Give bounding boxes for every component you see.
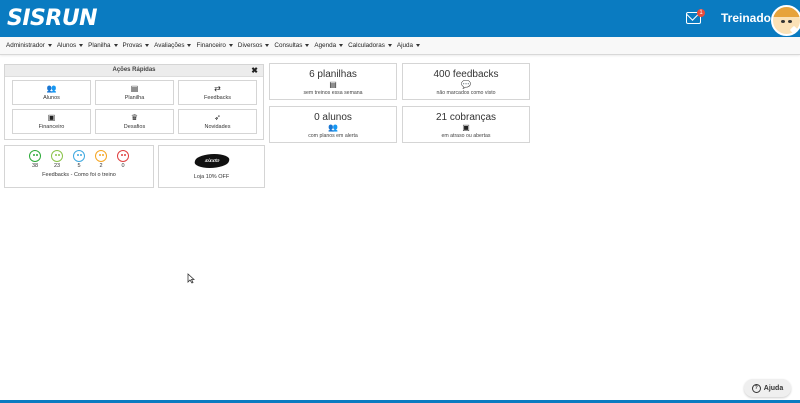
face-very-sad: 0 [112,150,134,169]
caret-down-icon [79,43,84,47]
stat-feedbacks[interactable]: 400 feedbacks 💬 não marcados como visto [402,63,530,100]
quick-actions-title: Ações Rápidas [112,67,156,73]
menu-item-consultas[interactable]: Consultas [274,42,310,49]
caret-down-icon [305,43,310,47]
face-count: 5 [77,163,81,169]
quick-actions-panel: Ações Rápidas ✖ 👥 Alunos ▤ Planilha ⇄ Fe… [4,64,264,140]
users-icon: 👥 [46,84,57,93]
stat-value: 0 alunos [314,112,352,123]
sisrun-logo[interactable]: SISRUN [7,6,98,31]
face-very-happy: 38 [24,150,46,169]
menu-item-financeiro[interactable]: Financeiro [196,42,233,49]
caret-down-icon [187,43,192,47]
quick-action-label: Planilha [124,95,145,101]
face-count: 38 [31,163,39,169]
quick-action-label: Desafios [123,124,146,130]
feedbacks-label: Feedbacks - Como foi o treino [42,172,116,178]
stat-alunos[interactable]: 0 alunos 👥 com planos em alerta [269,106,397,143]
caret-down-icon [265,43,270,47]
money-icon: ▣ [462,123,470,132]
happy-face-icon [51,150,63,162]
stat-description: não marcados como visto [436,90,496,96]
quick-action-label: Financeiro [38,124,65,130]
sixxto-logo: sixxto [192,154,231,168]
face-count: 23 [53,163,61,169]
face-count: 0 [121,163,125,169]
menu-item-planilha[interactable]: Planilha [88,42,118,49]
money-icon: ▣ [47,113,56,122]
feedbacks-panel[interactable]: 38 23 5 2 0 Feedbacks - Como foi o trein… [4,145,154,188]
caret-down-icon [113,43,118,47]
quick-action-desafios[interactable]: ♛ Desafios [95,109,174,134]
username[interactable]: Treinador [721,11,776,25]
quick-action-alunos[interactable]: 👥 Alunos [12,80,91,105]
caret-down-icon [339,43,344,47]
caret-down-icon [228,43,233,47]
menu-item-provas[interactable]: Provas [123,42,150,49]
shop-label: Loja 10% OFF [193,174,230,180]
very-happy-face-icon [29,150,41,162]
retweet-icon: ⇄ [214,84,221,93]
face-count: 2 [99,163,103,169]
notification-badge: 1 [697,9,705,17]
face-happy: 23 [46,150,68,169]
caret-down-icon [145,43,150,47]
stat-planilhas[interactable]: 6 planilhas ▤ sem treinos essa semana [269,63,397,100]
menu-item-administrador[interactable]: Administrador [6,42,52,49]
comments-icon: 💬 [461,80,471,89]
question-icon: ? [751,383,761,393]
quick-action-label: Novidades [204,124,231,130]
stat-value: 400 feedbacks [433,69,499,80]
menu-item-avaliacoes[interactable]: Avaliações [154,42,192,49]
menu-item-diversos[interactable]: Diversos [238,42,270,49]
stat-description: em atraso ou abertas [441,133,491,139]
stat-description: sem treinos essa semana [303,90,363,96]
rocket-icon: ➶ [214,113,221,122]
mouse-cursor-icon [187,273,195,284]
neutral-face-icon [73,150,85,162]
face-sad: 2 [90,150,112,169]
stat-description: com planos em alerta [308,133,358,139]
main-menu: Administrador Alunos Planilha Provas Ava… [0,37,800,55]
stat-cobrancas[interactable]: 21 cobranças ▣ em atraso ou abertas [402,106,530,143]
id-card-icon: ▤ [329,80,337,89]
help-label: Ajuda [763,384,784,392]
quick-actions-header: Ações Rápidas ✖ [5,65,263,77]
menu-item-calculadoras[interactable]: Calculadoras [348,42,392,49]
quick-action-feedbacks[interactable]: ⇄ Feedbacks [178,80,257,105]
close-icon[interactable]: ✖ [251,65,258,76]
quick-action-financeiro[interactable]: ▣ Financeiro [12,109,91,134]
id-card-icon: ▤ [130,84,139,93]
caret-down-icon [416,43,420,47]
face-neutral: 5 [68,150,90,169]
users-icon: 👥 [328,123,338,132]
help-button[interactable]: ? Ajuda [744,379,791,397]
quick-action-label: Feedbacks [204,95,231,101]
very-sad-face-icon [117,150,129,162]
shop-panel[interactable]: sixxto Loja 10% OFF [158,145,265,188]
trophy-icon: ♛ [130,113,139,122]
quick-action-label: Alunos [43,95,60,101]
quick-action-novidades[interactable]: ➶ Novidades [178,109,257,134]
stat-value: 6 planilhas [309,69,357,80]
stat-value: 21 cobranças [435,112,497,123]
sad-face-icon [95,150,107,162]
caret-down-icon [47,43,52,47]
menu-item-agenda[interactable]: Agenda [314,42,344,49]
menu-item-alunos[interactable]: Alunos [57,42,84,49]
quick-action-planilha[interactable]: ▤ Planilha [95,80,174,105]
menu-item-ajuda[interactable]: Ajuda [397,42,420,49]
top-bar: SISRUN 1 Treinador [0,0,800,37]
caret-down-icon [387,43,392,47]
